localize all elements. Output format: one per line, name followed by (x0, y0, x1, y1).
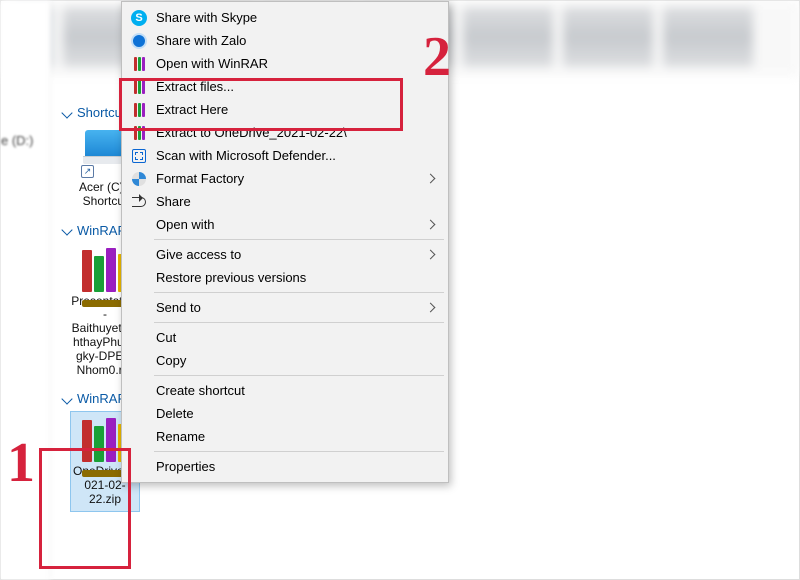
blank-icon (130, 352, 148, 370)
blank-icon (130, 246, 148, 264)
cm-cut[interactable]: Cut (124, 326, 446, 349)
cm-share-skype[interactable]: S Share with Skype (124, 6, 446, 29)
shortcut-arrow-icon: ↗ (81, 165, 94, 178)
group-label: Shortcut (77, 105, 125, 120)
cm-open-winrar[interactable]: Open with WinRAR (124, 52, 446, 75)
cm-format-factory[interactable]: Format Factory (124, 167, 446, 190)
cm-scan-defender[interactable]: Scan with Microsoft Defender... (124, 144, 446, 167)
cm-give-access[interactable]: Give access to (124, 243, 446, 266)
menu-separator (154, 322, 444, 323)
blank-icon (130, 458, 148, 476)
context-menu: S Share with Skype Share with Zalo Open … (121, 1, 449, 483)
skype-icon: S (130, 9, 148, 27)
drive-label[interactable]: e (D:) (1, 133, 34, 148)
cm-extract-here[interactable]: Extract Here (124, 98, 446, 121)
zalo-icon (130, 32, 148, 50)
cm-properties[interactable]: Properties (124, 455, 446, 478)
cm-open-with[interactable]: Open with (124, 213, 446, 236)
chevron-down-icon (61, 107, 72, 118)
winrar-icon (130, 101, 148, 119)
menu-separator (154, 239, 444, 240)
chevron-right-icon (426, 303, 436, 313)
cm-restore-previous[interactable]: Restore previous versions (124, 266, 446, 289)
blank-icon (130, 329, 148, 347)
group-label: WinRAR (77, 223, 127, 238)
format-factory-icon (130, 170, 148, 188)
chevron-right-icon (426, 250, 436, 260)
menu-separator (154, 451, 444, 452)
blank-icon (130, 405, 148, 423)
cm-extract-files[interactable]: Extract files... (124, 75, 446, 98)
blank-icon (130, 216, 148, 234)
cm-share[interactable]: Share (124, 190, 446, 213)
cm-rename[interactable]: Rename (124, 425, 446, 448)
share-icon (130, 193, 148, 211)
blank-icon (130, 382, 148, 400)
cm-copy[interactable]: Copy (124, 349, 446, 372)
blank-icon (130, 299, 148, 317)
blank-icon (130, 269, 148, 287)
winrar-icon (130, 78, 148, 96)
chevron-right-icon (426, 220, 436, 230)
menu-separator (154, 375, 444, 376)
cm-send-to[interactable]: Send to (124, 296, 446, 319)
chevron-right-icon (426, 174, 436, 184)
blank-icon (130, 428, 148, 446)
group-label: WinRAR (77, 391, 127, 406)
cm-share-zalo[interactable]: Share with Zalo (124, 29, 446, 52)
cm-create-shortcut[interactable]: Create shortcut (124, 379, 446, 402)
cm-delete[interactable]: Delete (124, 402, 446, 425)
winrar-icon (130, 55, 148, 73)
nav-sidebar-blur (1, 1, 51, 579)
chevron-down-icon (61, 224, 72, 235)
chevron-down-icon (61, 393, 72, 404)
cm-extract-to[interactable]: Extract to OneDrive_2021-02-22\ (124, 121, 446, 144)
winrar-icon (130, 124, 148, 142)
shield-icon (130, 147, 148, 165)
menu-separator (154, 292, 444, 293)
